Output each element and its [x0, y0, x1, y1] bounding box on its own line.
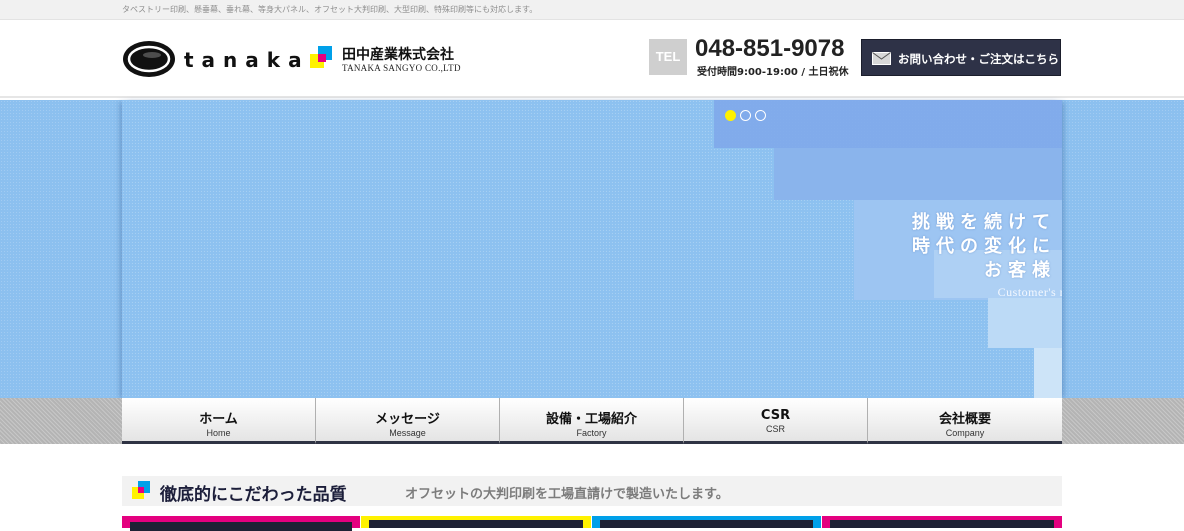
logo-wordmark[interactable]: tanaka [184, 48, 310, 72]
slogan-english: Customer's ne [997, 285, 1062, 299]
card-strip-cyan [592, 516, 821, 528]
card-strip-yellow [361, 516, 591, 528]
nav-label-jp: 設備・工場紹介 [545, 412, 637, 427]
slider-pagination [725, 110, 766, 121]
cmyk-squares-icon [132, 481, 150, 499]
slogan-line-3: お客様 [984, 260, 1056, 281]
company-name-jp: 田中産業株式会社 [342, 47, 454, 63]
nav-label-en: Message [389, 428, 426, 438]
nav-label-jp: CSR [760, 408, 791, 423]
company-name-en: TANAKA SANGYO CO.,LTD [342, 63, 461, 73]
section-subtitle: オフセットの大判印刷を工場直請けで製造いたします。 [405, 487, 729, 502]
slogan-line-1: 挑戦を続けて [912, 212, 1056, 233]
nav-label-en: Home [206, 428, 231, 438]
tagline: タペストリー印刷、懸垂幕、垂れ幕、等身大パネル、オフセット大判印刷、大型印刷、特… [122, 5, 538, 14]
section-title: 徹底的にこだわった品質 [160, 485, 347, 505]
tel-badge: TEL [649, 39, 687, 75]
nav-label-en: Company [945, 428, 985, 438]
contact-order-button[interactable]: お問い合わせ・ご注文はこちら [861, 39, 1061, 76]
slider-dot-2[interactable] [740, 110, 751, 121]
nav-item-message[interactable]: メッセージ Message [316, 398, 500, 444]
nav-item-home[interactable]: ホーム Home [122, 398, 316, 444]
nav-item-csr[interactable]: CSR CSR [684, 398, 868, 444]
card-strip-magenta-2 [822, 516, 1062, 528]
global-nav: ホーム Home メッセージ Message 設備・工場紹介 Factory C… [122, 398, 1062, 444]
hero-slider: 挑戦を続けて 時代の変化に お客様 Customer's ne [122, 100, 1062, 400]
contact-button-label: お問い合わせ・ご注文はこちら [898, 52, 1059, 66]
hero-decor-block [714, 100, 1062, 148]
hero-decor-block [988, 298, 1062, 348]
slider-dot-3[interactable] [755, 110, 766, 121]
tanaka-logo-icon[interactable] [122, 40, 178, 78]
nav-item-company[interactable]: 会社概要 Company [868, 398, 1062, 444]
hero-decor-block [774, 148, 1062, 200]
nav-label-jp: ホーム [199, 412, 238, 427]
section-heading: 徹底的にこだわった品質 オフセットの大判印刷を工場直請けで製造いたします。 [122, 476, 1062, 506]
nav-label-en: Factory [576, 428, 607, 438]
slider-dot-1[interactable] [725, 110, 736, 121]
cmyk-squares-icon [310, 46, 332, 68]
nav-item-factory[interactable]: 設備・工場紹介 Factory [500, 398, 684, 444]
top-info-bar: タペストリー印刷、懸垂幕、垂れ幕、等身大パネル、オフセット大判印刷、大型印刷、特… [0, 0, 1184, 20]
nav-label-en: CSR [765, 424, 785, 434]
tel-number[interactable]: 048-851-9078 [695, 35, 844, 63]
hero-decor-block [1034, 348, 1062, 400]
card-strip-magenta [122, 516, 360, 531]
nav-label-jp: メッセージ [375, 412, 440, 427]
site-header: tanaka 田中産業株式会社 TANAKA SANGYO CO.,LTD TE… [0, 20, 1184, 98]
mail-icon [872, 52, 891, 65]
nav-label-jp: 会社概要 [938, 412, 991, 427]
business-hours: 受付時間9:00-19:00 / 土日祝休 [697, 67, 849, 78]
slogan-line-2: 時代の変化に [912, 236, 1056, 257]
